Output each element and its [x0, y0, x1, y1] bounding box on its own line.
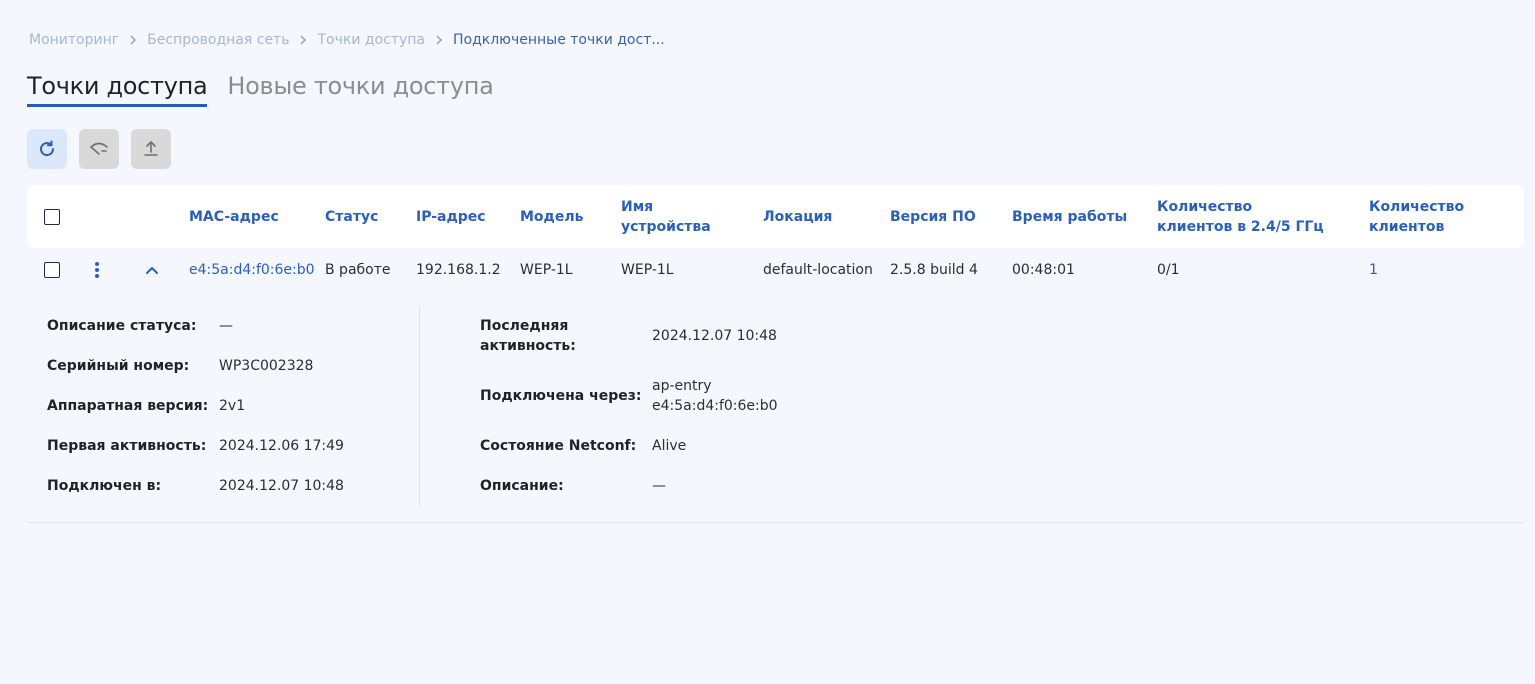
netconf-state-value: Alive [652, 438, 687, 454]
hardware-version-label: Аппаратная версия: [47, 398, 209, 414]
header-clients-band[interactable]: Количество клиентов в 2.4/5 ГГц [1157, 185, 1332, 248]
row-menu-button[interactable] [94, 250, 100, 290]
row-checkbox[interactable] [44, 262, 60, 278]
select-all-cell [44, 185, 60, 248]
tab-access-points[interactable]: Точки доступа [27, 70, 208, 107]
header-uptime[interactable]: Время работы [1012, 185, 1127, 248]
header-mac[interactable]: MAC-адрес [189, 185, 279, 248]
description-value: — [652, 478, 666, 494]
header-model[interactable]: Модель [520, 185, 583, 248]
header-firmware[interactable]: Версия ПО [890, 185, 976, 248]
connected-at-value: 2024.12.07 10:48 [219, 478, 344, 494]
upload-button[interactable] [131, 129, 171, 169]
serial-number-label: Серийный номер: [47, 358, 190, 374]
header-location[interactable]: Локация [763, 185, 832, 248]
connected-via-mac: e4:5a:d4:f0:6e:b0 [652, 398, 778, 414]
connected-via-label: Подключена через: [480, 388, 642, 404]
serial-number-value: WP3C002328 [219, 358, 314, 374]
breadcrumb: Мониторинг Беспроводная сеть Точки досту… [29, 30, 665, 50]
toolbar [27, 129, 171, 169]
hardware-version-value: 2v1 [219, 398, 246, 414]
refresh-icon [40, 140, 55, 157]
last-activity-label-line1: Последняя [480, 318, 569, 334]
connected-via-name: ap-entry [652, 378, 712, 394]
tabs: Точки доступа Новые точки доступа [27, 70, 514, 107]
row-device-name: WEP-1L [621, 262, 674, 278]
breadcrumb-access-points[interactable]: Точки доступа [317, 32, 425, 48]
row-location: default-location [763, 262, 873, 278]
netconf-state-label: Состояние Netconf: [480, 438, 637, 454]
row-details: Описание статуса: — Серийный номер: WP3C… [27, 306, 1524, 523]
chevron-up-icon [146, 267, 158, 274]
header-ip[interactable]: IP-адрес [416, 185, 486, 248]
refresh-button[interactable] [27, 129, 67, 169]
header-status[interactable]: Статус [325, 185, 378, 248]
breadcrumb-current: Подключенные точки дост... [452, 32, 665, 48]
chevron-right-icon [299, 35, 307, 45]
select-all-checkbox[interactable] [44, 208, 60, 225]
row-mac-link[interactable]: e4:5a:d4:f0:6e:b0 [189, 250, 315, 290]
details-divider [419, 306, 420, 506]
row-ip: 192.168.1.2 [416, 262, 501, 278]
last-activity-value: 2024.12.07 10:48 [652, 328, 777, 344]
status-description-label: Описание статуса: [47, 318, 197, 334]
row-status: В работе [325, 262, 391, 278]
chevron-right-icon [129, 35, 137, 45]
wifi-button[interactable] [79, 129, 119, 169]
wifi-icon [90, 142, 108, 155]
row-select-cell [44, 250, 60, 290]
row-model: WEP-1L [520, 262, 573, 278]
row-uptime: 00:48:01 [1012, 262, 1075, 278]
chevron-right-icon [435, 35, 443, 45]
upload-icon [144, 141, 158, 156]
last-activity-label-line2: активность: [480, 338, 576, 354]
row-firmware: 2.5.8 build 4 [890, 262, 978, 278]
row-clients-band: 0/1 [1157, 262, 1180, 278]
tab-new-access-points[interactable]: Новые точки доступа [227, 70, 493, 107]
first-activity-label: Первая активность: [47, 438, 207, 454]
breadcrumb-wireless[interactable]: Беспроводная сеть [147, 32, 289, 48]
table-row[interactable]: e4:5a:d4:f0:6e:b0 В работе 192.168.1.2 W… [27, 250, 1524, 290]
row-clients-link[interactable]: 1 [1369, 250, 1378, 290]
connected-at-label: Подключен в: [47, 478, 162, 494]
header-clients[interactable]: Количество клиентов [1369, 185, 1469, 248]
description-label: Описание: [480, 478, 564, 494]
table-header: MAC-адрес Статус IP-адрес Модель Имя уст… [27, 185, 1524, 248]
row-collapse-button[interactable] [145, 250, 159, 290]
breadcrumb-monitoring[interactable]: Мониторинг [29, 32, 119, 48]
status-description-value: — [219, 318, 233, 334]
first-activity-value: 2024.12.06 17:49 [219, 438, 344, 454]
more-vertical-icon [95, 262, 99, 278]
header-device-name[interactable]: Имя устройства [621, 185, 711, 248]
